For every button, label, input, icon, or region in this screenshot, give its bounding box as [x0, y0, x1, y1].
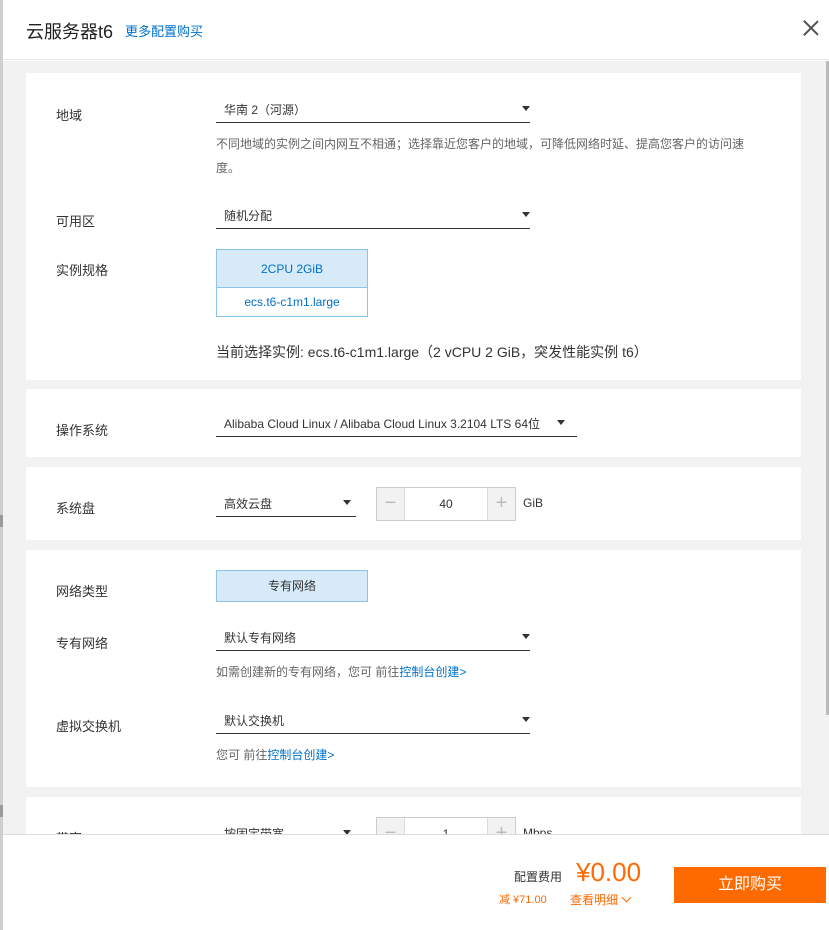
bandwidth-stepper[interactable]: − 1 +	[376, 817, 516, 834]
spec-option-head: 2CPU 2GiB	[217, 250, 367, 288]
bandwidth-value[interactable]: 1	[405, 827, 487, 834]
dropdown-arrow-icon	[522, 106, 530, 111]
os-select[interactable]: Alibaba Cloud Linux / Alibaba Cloud Linu…	[216, 407, 577, 437]
dropdown-arrow-icon	[522, 717, 530, 722]
disk-size-unit: GiB	[523, 496, 544, 510]
network-card: 网络类型 专有网络 专有网络 默认专有网络 如需创建新的专有网络，您可 前往控制…	[26, 550, 801, 787]
system-disk-card: 系统盘 高效云盘 − 40 + GiB	[26, 467, 801, 540]
bandwidth-card: 带宽 按固定带宽 − 1 + Mbps	[26, 797, 801, 834]
region-value: 华南 2（河源）	[224, 103, 307, 117]
vpc-label: 专有网络	[56, 636, 109, 651]
region-hint-line1: 不同地域的实例之间内网互不相通；选择靠近您客户的地域，可降低网络时延、提高您客户…	[216, 137, 745, 151]
disk-type-value: 高效云盘	[224, 497, 273, 511]
view-detail-link[interactable]: 查看明细	[570, 891, 632, 908]
instance-spec-option[interactable]: 2CPU 2GiB ecs.t6-c1m1.large	[216, 249, 368, 317]
disk-size-value[interactable]: 40	[405, 497, 487, 511]
purchase-footer: 配置费用 ¥0.00 减 ¥71.00 查看明细 立即购买	[3, 834, 829, 930]
bandwidth-unit: Mbps	[523, 826, 553, 834]
dialog-content: 地域 华南 2（河源） 不同地域的实例之间内网互不相通；选择靠近您客户的地域，可…	[3, 61, 829, 834]
vswitch-hint: 您可 前往控制台创建>	[216, 743, 334, 767]
buy-now-button[interactable]: 立即购买	[674, 867, 826, 903]
region-hint: 不同地域的实例之间内网互不相通；选择靠近您客户的地域，可降低网络时延、提高您客户…	[216, 132, 761, 180]
vpc-hint-text: 如需创建新的专有网络，您可 前往	[216, 665, 400, 679]
increase-button[interactable]: +	[487, 818, 515, 834]
region-hint-line2: 度。	[216, 161, 241, 175]
view-detail-label: 查看明细	[570, 893, 619, 907]
current-instance-text: 当前选择实例: ecs.t6-c1m1.large（2 vCPU 2 GiB，突…	[216, 344, 648, 360]
vpc-select[interactable]: 默认专有网络	[216, 621, 530, 651]
network-type-option[interactable]: 专有网络	[216, 570, 368, 602]
decrease-button[interactable]: −	[377, 818, 405, 834]
cost-label: 配置费用	[514, 870, 563, 884]
dialog-header: 云服务器t6 更多配置购买	[3, 0, 829, 60]
network-type-label: 网络类型	[56, 584, 109, 599]
region-select[interactable]: 华南 2（河源）	[216, 93, 530, 123]
dropdown-arrow-icon	[522, 634, 530, 639]
vswitch-hint-text: 您可 前往	[216, 748, 268, 762]
dropdown-arrow-icon	[522, 212, 530, 217]
vpc-value: 默认专有网络	[224, 631, 297, 645]
vswitch-label: 虚拟交换机	[56, 719, 122, 734]
region-label: 地域	[56, 108, 83, 123]
increase-button[interactable]: +	[487, 488, 515, 520]
vswitch-value: 默认交换机	[224, 714, 285, 728]
instance-spec-label: 实例规格	[56, 263, 109, 278]
spec-option-body: ecs.t6-c1m1.large	[244, 295, 340, 309]
price-value: ¥0.00	[576, 857, 642, 887]
os-value: Alibaba Cloud Linux / Alibaba Cloud Linu…	[224, 417, 540, 431]
instance-card: 地域 华南 2（河源） 不同地域的实例之间内网互不相通；选择靠近您客户的地域，可…	[26, 73, 801, 380]
disk-size-stepper[interactable]: − 40 +	[376, 487, 516, 521]
zone-select[interactable]: 随机分配	[216, 199, 530, 229]
decrease-button[interactable]: −	[377, 488, 405, 520]
os-label: 操作系统	[56, 423, 109, 438]
dropdown-arrow-icon	[343, 500, 351, 505]
vswitch-console-link[interactable]: 控制台创建>	[267, 748, 334, 762]
bandwidth-type-value: 按固定带宽	[224, 827, 285, 834]
close-icon[interactable]	[803, 20, 819, 36]
bandwidth-type-select[interactable]: 按固定带宽	[216, 817, 356, 834]
dropdown-arrow-icon	[557, 420, 565, 425]
dialog-title: 云服务器t6	[26, 22, 114, 42]
chevron-down-icon	[621, 892, 632, 903]
disk-type-select[interactable]: 高效云盘	[216, 487, 356, 517]
vpc-console-link[interactable]: 控制台创建>	[399, 665, 466, 679]
os-card: 操作系统 Alibaba Cloud Linux / Alibaba Cloud…	[26, 389, 801, 457]
zone-label: 可用区	[56, 214, 96, 229]
more-config-link[interactable]: 更多配置购买	[125, 21, 203, 40]
system-disk-label: 系统盘	[56, 501, 96, 516]
zone-value: 随机分配	[224, 209, 273, 223]
discount-text: 减 ¥71.00	[499, 894, 547, 906]
vpc-hint: 如需创建新的专有网络，您可 前往控制台创建>	[216, 660, 466, 684]
vswitch-select[interactable]: 默认交换机	[216, 704, 530, 734]
